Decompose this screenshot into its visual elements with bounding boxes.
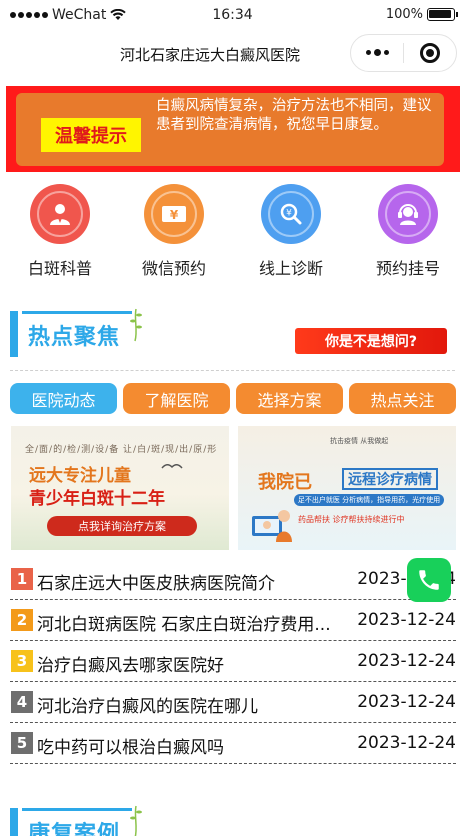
tab-hospital-news[interactable]: 医院动态 <box>10 383 117 414</box>
list-item[interactable]: 4 河北治疗白癜风的医院在哪儿 2023-12-24 <box>10 685 456 723</box>
grid-item-wechat-booking[interactable]: ¥ 微信预约 <box>124 184 224 279</box>
close-target-icon <box>420 43 440 63</box>
rank-badge: 1 <box>11 568 33 590</box>
list-item[interactable]: 1 石家庄远大中医皮肤病医院简介 2023-12-24 <box>10 562 456 600</box>
section-title: 康复案例 <box>28 822 121 836</box>
banner-foot-text: 药品帮扶 诊疗帮扶持续进行中 <box>298 515 405 524</box>
svg-text:¥: ¥ <box>170 208 179 222</box>
rank-badge: 2 <box>11 609 33 631</box>
news-tabs: 医院动态 了解医院 选择方案 热点关注 <box>10 383 457 414</box>
news-title: 河北白斑病医院 石家庄白斑治疗费用... <box>37 615 331 635</box>
news-date: 2023-12-24 <box>357 733 456 753</box>
grid-label: 微信预约 <box>141 259 206 278</box>
sprig-icon <box>130 805 142 836</box>
news-date: 2023-12-24 <box>357 651 456 671</box>
more-options-button[interactable] <box>351 49 403 56</box>
grid-item-vitiligo-science[interactable]: 白斑科普 <box>10 184 110 279</box>
doctor-icon <box>30 184 90 244</box>
guess-question-button[interactable]: 你是不是想问? <box>295 328 447 354</box>
section-title: 热点聚焦 <box>28 325 121 350</box>
grid-label: 线上诊断 <box>258 259 323 278</box>
news-date: 2023-12-24 <box>357 692 456 712</box>
notice-tag: 温馨提示 <box>41 118 141 152</box>
list-item[interactable]: 2 河北白斑病医院 石家庄白斑治疗费用... 2023-12-24 <box>10 603 456 641</box>
rank-badge: 4 <box>11 691 33 713</box>
news-title: 治疗白癜风去哪家医院好 <box>37 656 224 676</box>
bird-icon <box>161 464 183 469</box>
tab-hot-topics[interactable]: 热点关注 <box>349 383 456 414</box>
grid-item-online-diagnosis[interactable]: ¥ 线上诊断 <box>241 184 341 279</box>
call-button[interactable] <box>407 558 451 602</box>
close-miniprogram-button[interactable] <box>404 43 456 63</box>
nav-bar: 河北石家庄远大白癜风医院 <box>0 32 465 80</box>
grid-item-register[interactable]: 预约挂号 <box>358 184 458 279</box>
tab-treatment-plan[interactable]: 选择方案 <box>236 383 343 414</box>
notice-text: 白癜风病情复杂，治疗方法也不相同，建议患者到院查清病情，祝您早日康复。 <box>156 98 432 133</box>
section-heading-hot: 热点聚焦 <box>10 308 142 357</box>
search-icon: ¥ <box>261 184 321 244</box>
news-date: 2023-12-24 <box>357 610 456 630</box>
promo-banner-remote[interactable]: 抗击疫情 从我做起 我院已 远程诊疗病情 足不出户就医 分析病情，指导用药，光疗… <box>238 426 456 550</box>
news-title: 河北治疗白癜风的医院在哪儿 <box>37 697 258 717</box>
rank-badge: 3 <box>11 650 33 672</box>
notice-banner: 温馨提示 白癜风病情复杂，治疗方法也不相同，建议患者到院查清病情，祝您早日康复。 <box>6 86 460 172</box>
promo-banner-children[interactable]: 全/面/的/检/测/设/备 让/白/斑/现/出/原/形 远大专注儿童 青少年白斑… <box>11 426 229 550</box>
battery-icon <box>427 8 458 21</box>
miniprogram-capsule <box>350 34 457 72</box>
banner-headline: 远大专注儿童 <box>29 466 131 486</box>
banner-small-text: 抗击疫情 从我做起 <box>330 437 389 445</box>
money-icon: ¥ <box>144 184 204 244</box>
battery-status: 100% <box>385 7 458 22</box>
grid-label: 白斑科普 <box>27 259 92 278</box>
rank-badge: 5 <box>11 732 33 754</box>
page-title: 河北石家庄远大白癜风医院 <box>120 46 301 64</box>
news-title: 石家庄远大中医皮肤病医院简介 <box>37 574 275 594</box>
notice-panel: 温馨提示 白癜风病情复杂，治疗方法也不相同，建议患者到院查清病情，祝您早日康复。 <box>16 93 444 166</box>
status-bar: WeChat 16:34 100% <box>0 0 465 32</box>
banner-headline-2: 远程诊疗病情 <box>342 468 438 490</box>
banner-top-line: 全/面/的/检/测/设/备 让/白/斑/现/出/原/形 <box>25 445 218 455</box>
banner-subheadline: 青少年白斑十二年 <box>29 489 165 509</box>
banner-headline: 我院已 <box>258 472 312 493</box>
battery-percent: 100% <box>385 7 423 22</box>
grid-label: 预约挂号 <box>375 259 440 278</box>
news-title: 吃中药可以根治白癜风吗 <box>37 738 224 758</box>
list-item[interactable]: 3 治疗白癜风去哪家医院好 2023-12-24 <box>10 644 456 682</box>
phone-icon <box>419 570 439 590</box>
tab-about-hospital[interactable]: 了解医院 <box>123 383 230 414</box>
banner-consult-button[interactable]: 点我详询治疗方案 <box>47 516 197 536</box>
headset-icon <box>378 184 438 244</box>
feature-grid: 白斑科普 ¥ 微信预约 ¥ 线上诊断 预约挂号 <box>0 184 465 279</box>
list-item[interactable]: 5 吃中药可以根治白癜风吗 2023-12-24 <box>10 726 456 764</box>
section-heading-cases: 康复案例 <box>10 805 142 836</box>
banner-pill: 足不出户就医 分析病情，指导用药，光疗使用 <box>294 494 444 506</box>
doctor-laptop-icon <box>252 510 292 542</box>
sprig-icon <box>130 308 142 342</box>
svg-text:¥: ¥ <box>286 209 292 219</box>
divider <box>10 370 455 371</box>
